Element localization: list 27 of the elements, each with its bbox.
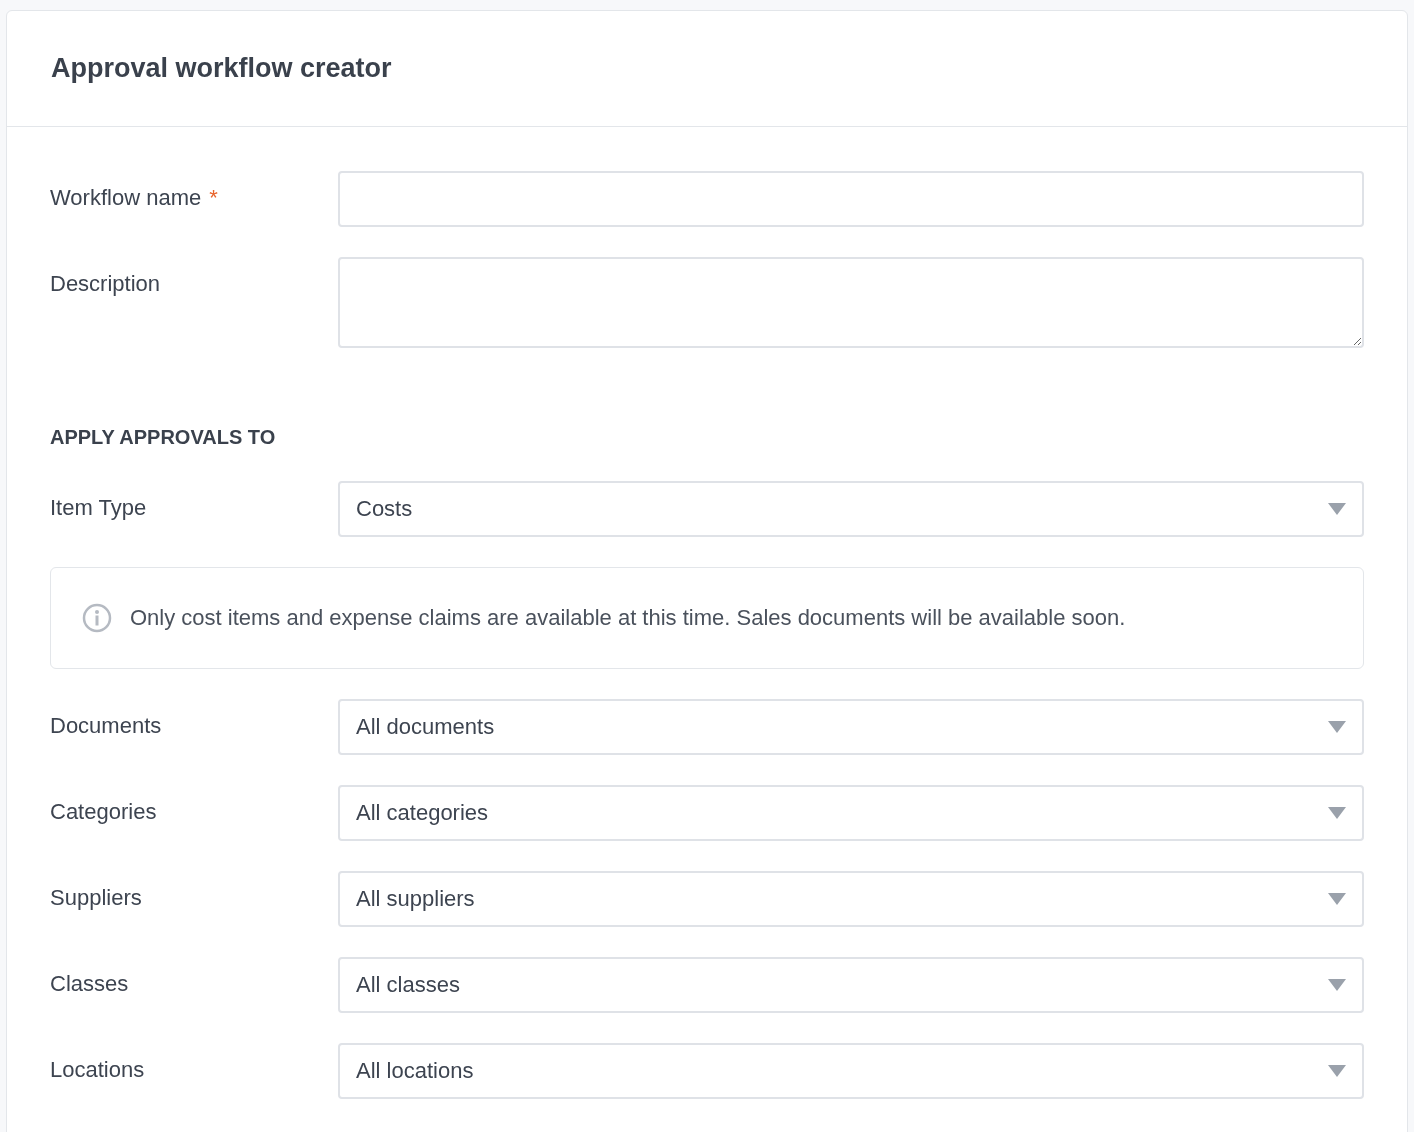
- field-label: Item Type: [50, 494, 148, 521]
- description-field[interactable]: [338, 257, 1364, 348]
- field-label: Locations: [50, 1056, 146, 1083]
- caret-icon: [1328, 503, 1346, 515]
- field-label: Classes: [50, 970, 130, 997]
- field-label: Suppliers: [50, 884, 143, 911]
- caret-icon: [1328, 807, 1346, 819]
- field-label: Description: [50, 270, 162, 297]
- dropdown-select[interactable]: All categories: [338, 785, 1364, 841]
- dropdown-select[interactable]: All classes: [338, 957, 1364, 1013]
- field-label: Documents: [50, 712, 163, 739]
- info-icon: [82, 603, 112, 633]
- form-title: Approval workflow creator: [51, 53, 392, 84]
- caret-icon: [1328, 721, 1346, 733]
- caret-icon: [1328, 893, 1346, 905]
- required-asterisk: *: [209, 185, 218, 210]
- name-input-field[interactable]: [338, 171, 1364, 227]
- info-message: Only cost items and expense claims are available at this time. Sales documents will be available soon.: [130, 605, 1126, 631]
- caret-icon: [1328, 979, 1346, 991]
- field-label: Workflow name *: [50, 184, 219, 211]
- dropdown-select[interactable]: Costs: [338, 481, 1364, 537]
- caret-icon: [1328, 1065, 1346, 1077]
- dropdown-select[interactable]: All locations: [338, 1043, 1364, 1099]
- dropdown-select[interactable]: All documents: [338, 699, 1364, 755]
- field-label: Categories: [50, 798, 158, 825]
- dropdown-select[interactable]: All suppliers: [338, 871, 1364, 927]
- section-heading: APPLY APPROVALS TO: [50, 426, 277, 449]
